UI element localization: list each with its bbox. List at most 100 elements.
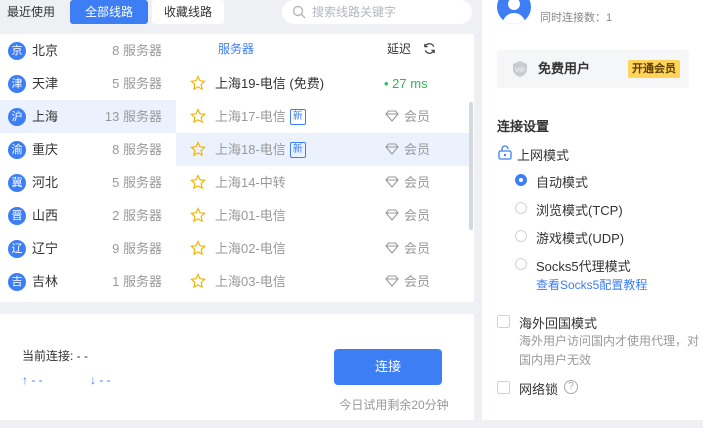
- province-item-chongqing[interactable]: 渝 重庆 8 服务器: [0, 133, 176, 166]
- diamond-icon: [385, 143, 399, 155]
- settings-panel: 同时连接数：1 VIP 免费用户 开通会员 连接设置 上网模式 自动模式 浏览模…: [482, 0, 703, 420]
- province-name: 重庆: [32, 142, 59, 157]
- game-mode-label[interactable]: 游戏模式(UDP): [536, 228, 624, 247]
- diamond-icon: [385, 176, 399, 188]
- simultaneous-connections: 同时连接数：1: [540, 12, 613, 24]
- province-name: 河北: [32, 175, 59, 190]
- user-tier-box: VIP 免费用户 开通会员: [497, 50, 689, 88]
- province-server-count: 5 服务器: [112, 175, 162, 190]
- diamond-icon: [385, 242, 399, 254]
- tab-favorites[interactable]: 收藏线路: [152, 0, 224, 24]
- current-connection-label: 当前连接: - -: [22, 349, 88, 363]
- star-icon[interactable]: [190, 240, 206, 256]
- server-name: 上海17-电信新: [215, 100, 306, 133]
- server-name-text: 上海18-电信: [215, 142, 286, 157]
- user-icon: [502, 0, 526, 24]
- server-name: 上海02-电信: [215, 241, 286, 256]
- star-icon[interactable]: [190, 141, 206, 157]
- help-icon[interactable]: ?: [564, 380, 578, 394]
- server-row[interactable]: 上海17-电信新 会员: [176, 100, 470, 133]
- radio-browse-mode[interactable]: [515, 202, 527, 214]
- star-icon[interactable]: [190, 174, 206, 190]
- province-server-count: 8 服务器: [112, 43, 162, 58]
- overseas-mode-description: 海外用户访问国内才使用代理，对国内用户无效: [519, 334, 700, 367]
- province-item-jilin[interactable]: 吉 吉林 1 服务器: [0, 265, 176, 298]
- server-name: 上海18-电信新: [215, 133, 306, 166]
- province-name: 北京: [32, 43, 59, 58]
- province-badge: 沪: [8, 108, 26, 126]
- province-badge: 京: [8, 42, 26, 60]
- search-input[interactable]: 搜索线路关键字: [282, 0, 472, 24]
- province-item-shanxi[interactable]: 晋 山西 2 服务器: [0, 199, 176, 232]
- province-badge: 吉: [8, 273, 26, 291]
- server-list-scrollbar[interactable]: [469, 102, 473, 230]
- province-server-count: 1 服务器: [112, 274, 162, 289]
- diamond-icon: [385, 110, 399, 122]
- download-speed: ↓ - -: [90, 373, 111, 387]
- search-placeholder: 搜索线路关键字: [312, 5, 397, 19]
- member-label: 会员: [404, 208, 431, 223]
- province-item-tianjin[interactable]: 津 天津 5 服务器: [0, 67, 176, 100]
- upload-speed: ↑ - -: [22, 373, 43, 387]
- user-tier-label: 免费用户: [538, 61, 591, 76]
- province-server-count: 13 服务器: [104, 109, 162, 124]
- server-name: 上海03-电信: [215, 274, 286, 289]
- province-server-count: 9 服务器: [112, 241, 162, 256]
- member-label: 会员: [404, 274, 431, 289]
- server-name-text: 上海17-电信: [215, 109, 286, 124]
- star-icon[interactable]: [190, 108, 206, 124]
- server-name: 上海14-中转: [215, 175, 286, 190]
- browse-mode-label[interactable]: 浏览模式(TCP): [536, 200, 623, 219]
- province-badge: 津: [8, 75, 26, 93]
- new-tag: 新: [289, 141, 306, 158]
- network-lock-checkbox[interactable]: [497, 381, 510, 394]
- server-row[interactable]: 上海03-电信 会员: [176, 265, 470, 298]
- radio-socks5-mode[interactable]: [515, 258, 527, 270]
- server-row[interactable]: 上海02-电信 会员: [176, 232, 470, 265]
- member-label: 会员: [404, 142, 431, 157]
- connect-button[interactable]: 连接: [334, 349, 442, 385]
- svg-text:VIP: VIP: [515, 68, 525, 74]
- province-name: 吉林: [32, 274, 59, 289]
- province-item-liaoning[interactable]: 辽 辽宁 9 服务器: [0, 232, 176, 265]
- radio-auto-mode[interactable]: [515, 174, 527, 186]
- server-row[interactable]: 上海14-中转 会员: [176, 166, 470, 199]
- server-row[interactable]: 上海01-电信 会员: [176, 199, 470, 232]
- network-lock-label[interactable]: 网络锁: [519, 379, 558, 398]
- province-badge: 冀: [8, 174, 26, 192]
- upgrade-vip-button[interactable]: 开通会员: [628, 60, 680, 78]
- overseas-mode-label[interactable]: 海外回国模式: [519, 313, 597, 332]
- province-item-hebei[interactable]: 冀 河北 5 服务器: [0, 166, 176, 199]
- star-icon[interactable]: [190, 207, 206, 223]
- avatar[interactable]: [497, 0, 531, 24]
- server-list-card: 京 北京 8 服务器 津 天津 5 服务器 沪 上海 13 服务器 渝 重庆 8…: [0, 34, 474, 302]
- overseas-mode-checkbox[interactable]: [497, 315, 510, 328]
- auto-mode-label[interactable]: 自动模式: [536, 172, 588, 191]
- socks5-tutorial-link[interactable]: 查看Socks5配置教程: [536, 276, 647, 293]
- tab-recent[interactable]: 最近使用: [0, 0, 62, 24]
- server-row[interactable]: 上海18-电信新 会员: [176, 133, 470, 166]
- server-row[interactable]: 上海19-电信 (免费) • 27 ms: [176, 67, 470, 100]
- server-name: 上海01-电信: [215, 208, 286, 223]
- search-icon: [292, 5, 306, 19]
- province-badge: 晋: [8, 207, 26, 225]
- radio-game-mode[interactable]: [515, 230, 527, 242]
- province-name: 山西: [32, 208, 59, 223]
- vip-badge-icon: VIP: [513, 61, 527, 77]
- star-icon[interactable]: [190, 75, 206, 91]
- province-name: 辽宁: [32, 241, 59, 256]
- servers-column-header: 服务器: [218, 42, 255, 56]
- network-mode-label: 上网模式: [517, 148, 570, 163]
- connection-settings-title: 连接设置: [497, 119, 550, 134]
- province-server-count: 8 服务器: [112, 142, 162, 157]
- diamond-icon: [385, 275, 399, 287]
- refresh-icon[interactable]: [423, 42, 436, 55]
- tab-all-lines[interactable]: 全部线路: [70, 0, 148, 24]
- network-mode-icon: [498, 145, 512, 160]
- star-icon[interactable]: [190, 273, 206, 289]
- socks5-mode-label[interactable]: Socks5代理模式: [536, 256, 631, 275]
- new-tag: 新: [289, 108, 306, 125]
- province-item-beijing[interactable]: 京 北京 8 服务器: [0, 34, 176, 67]
- member-label: 会员: [404, 175, 431, 190]
- province-item-shanghai[interactable]: 沪 上海 13 服务器: [0, 100, 176, 133]
